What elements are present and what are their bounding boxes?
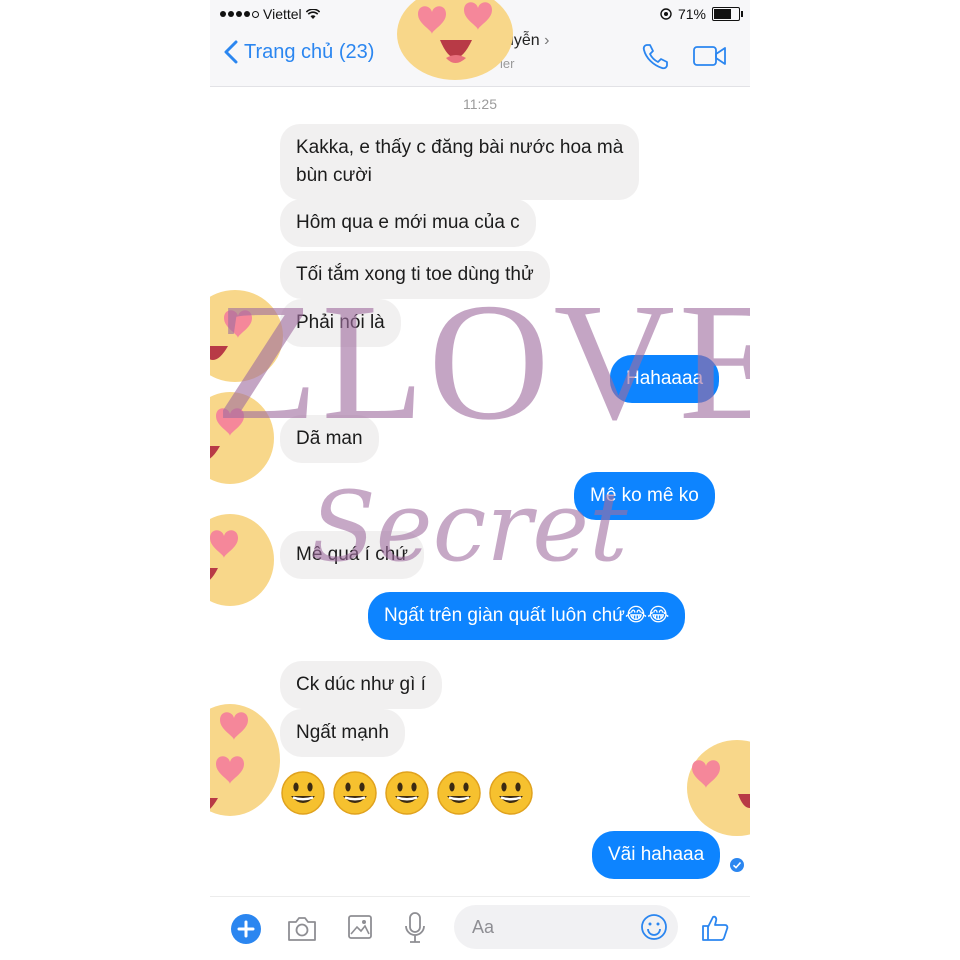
- message-composer: Aa: [210, 896, 750, 960]
- heart-eyes-emoji-sticker: [687, 740, 750, 836]
- battery-percent: 71%: [677, 6, 706, 22]
- outgoing-message[interactable]: Vãi hahaaa: [592, 831, 721, 879]
- watermark-script: Secret: [310, 471, 628, 583]
- incoming-message[interactable]: Ck dúc như gì í: [280, 661, 442, 709]
- plus-icon[interactable]: [230, 913, 262, 945]
- grinning-face-icon: [385, 771, 429, 815]
- carrier-name: Viettel: [263, 6, 302, 22]
- phone-icon[interactable]: [640, 42, 670, 72]
- back-label: Trang chủ (23): [244, 40, 375, 63]
- location-icon: [660, 8, 672, 20]
- heart-eyes-emoji-sticker: [210, 514, 274, 606]
- chevron-right-icon: ›: [544, 32, 550, 49]
- heart-eyes-emoji-sticker: [397, 0, 513, 80]
- svg-text:Secret: Secret: [310, 471, 628, 583]
- image-icon[interactable]: [346, 913, 374, 941]
- seen-check-icon: [730, 858, 744, 872]
- battery-level: [714, 9, 731, 19]
- back-chevron-icon: [224, 40, 238, 64]
- message-input[interactable]: Aa: [454, 905, 678, 949]
- thumbs-up-icon[interactable]: [700, 913, 730, 943]
- incoming-message[interactable]: Hôm qua e mới mua của c: [280, 199, 536, 247]
- heart-eyes-emoji-sticker: [210, 704, 280, 816]
- incoming-message[interactable]: Kakka, e thấy c đăng bài nước hoa mà bùn…: [280, 124, 640, 200]
- grinning-face-icon: [333, 771, 377, 815]
- microphone-icon[interactable]: [404, 911, 426, 945]
- back-button[interactable]: Trang chủ (23): [224, 40, 374, 64]
- camera-icon[interactable]: [286, 915, 318, 943]
- emoji-message[interactable]: [280, 770, 534, 816]
- wifi-icon: [305, 8, 320, 19]
- incoming-message[interactable]: Ngất mạnh: [280, 709, 405, 757]
- emoji-icon[interactable]: [640, 913, 668, 941]
- messenger-screen: Viettel 71% Trang chủ (23) uyễn › ler 11…: [210, 0, 750, 960]
- signal-icon: [220, 10, 259, 18]
- video-camera-icon[interactable]: [692, 44, 728, 68]
- message-timestamp: 11:25: [463, 96, 497, 112]
- grinning-face-icon: [489, 771, 533, 815]
- battery-icon: [712, 7, 743, 21]
- grinning-face-icon: [437, 771, 481, 815]
